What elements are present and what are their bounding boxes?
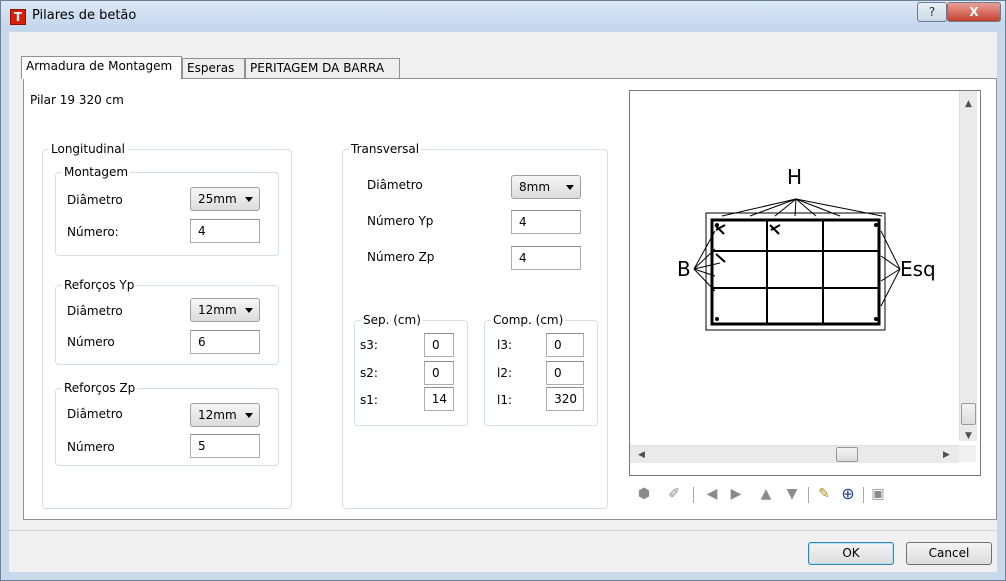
reforcos-zp-diametro-value: 12mm (198, 408, 237, 422)
montagem-numero-label: Número: (67, 225, 119, 239)
tab-peritagem-da-barra[interactable]: PERITAGEM DA BARRA (245, 58, 400, 78)
chevron-down-icon (566, 185, 574, 190)
horizontal-scrollbar[interactable]: ◀ ▶ (630, 445, 959, 463)
reforcos-yp-numero-input[interactable]: 6 (190, 330, 260, 354)
label-esq: Esq (900, 257, 936, 281)
label-h: H (787, 165, 803, 189)
transversal-diametro-value: 8mm (519, 180, 551, 194)
arrow-up-icon[interactable]: ▲ (757, 484, 775, 504)
reforcos-zp-numero-input[interactable]: 5 (190, 434, 260, 458)
sep-group: Sep. (cm) s3: 0 s2: 0 s1: 14 (354, 313, 468, 426)
s3-label: s3: (360, 338, 378, 352)
l1-input[interactable]: 320 (546, 387, 584, 411)
s2-input[interactable]: 0 (424, 361, 454, 385)
comp-group: Comp. (cm) l3: 0 l2: 0 l1: 320 (484, 313, 598, 426)
arrow-left-icon[interactable]: ◀ (703, 484, 721, 504)
pilar-info: Pilar 19 320 cm (30, 93, 124, 107)
l2-label: l2: (497, 366, 513, 380)
longitudinal-title: Longitudinal (49, 142, 127, 156)
vertical-scrollbar[interactable]: ▲ ▼ (959, 91, 977, 441)
scroll-right-icon[interactable]: ▶ (943, 450, 950, 460)
zoom-icon[interactable]: ⊕ (839, 484, 857, 504)
s2-label: s2: (360, 366, 378, 380)
save-icon[interactable]: ▣ (869, 484, 887, 504)
s1-input[interactable]: 14 (424, 387, 454, 411)
longitudinal-group: Longitudinal Montagem Diâmetro 25mm Núme… (42, 142, 292, 509)
reforcos-yp-title: Reforços Yp (62, 278, 137, 292)
toolbar-separator (693, 487, 694, 503)
arrow-down-icon[interactable]: ▼ (783, 484, 801, 504)
scroll-left-icon[interactable]: ◀ (638, 450, 645, 460)
transversal-title: Transversal (349, 142, 422, 156)
reforcos-yp-diametro-value: 12mm (198, 303, 237, 317)
montagem-diametro-label: Diâmetro (67, 193, 123, 207)
reforcos-zp-diametro-select[interactable]: 12mm (190, 403, 260, 427)
chevron-down-icon (245, 308, 253, 313)
tab-armadura-de-montagem[interactable]: Armadura de Montagem (21, 56, 182, 79)
arrow-right-icon[interactable]: ▶ (727, 484, 745, 504)
transversal-diametro-select[interactable]: 8mm (511, 175, 581, 199)
edit-icon[interactable]: ✐ (665, 484, 683, 504)
s1-label: s1: (360, 393, 378, 407)
montagem-title: Montagem (62, 165, 131, 179)
reforcos-zp-group: Reforços Zp Diâmetro 12mm Número 5 (55, 381, 279, 466)
section-preview[interactable]: H B Esq (629, 90, 981, 476)
sep-title: Sep. (cm) (361, 313, 423, 327)
tab-esperas[interactable]: Esperas (182, 58, 245, 78)
reforcos-yp-diametro-select[interactable]: 12mm (190, 298, 260, 322)
transversal-diametro-label: Diâmetro (367, 178, 423, 192)
close-button[interactable]: X (947, 2, 1001, 22)
reforcos-zp-numero-label: Número (67, 440, 115, 454)
chevron-down-icon (245, 197, 253, 202)
scroll-down-icon[interactable]: ▼ (965, 431, 972, 441)
montagem-group: Montagem Diâmetro 25mm Número: 4 (55, 165, 279, 256)
reforcos-yp-group: Reforços Yp Diâmetro 12mm Número 6 (55, 278, 279, 365)
l3-label: l3: (497, 338, 513, 352)
scroll-corner (959, 445, 976, 462)
scroll-up-icon[interactable]: ▲ (965, 99, 972, 109)
l1-label: l1: (497, 393, 513, 407)
numero-zp-label: Número Zp (367, 250, 435, 264)
pencil-check-icon[interactable]: ✎ (815, 484, 833, 504)
toolbar-separator (808, 487, 809, 503)
numero-yp-label: Número Yp (367, 214, 434, 228)
reforcos-zp-diametro-label: Diâmetro (67, 407, 123, 421)
numero-zp-input[interactable]: 4 (511, 246, 581, 270)
vertical-scroll-thumb[interactable] (961, 403, 976, 425)
horizontal-scroll-thumb[interactable] (836, 447, 858, 462)
chevron-down-icon (245, 413, 253, 418)
window-title: Pilares de betão (32, 8, 137, 23)
numero-yp-input[interactable]: 4 (511, 210, 581, 234)
reforcos-yp-diametro-label: Diâmetro (67, 304, 123, 318)
transversal-group: Transversal Diâmetro 8mm Número Yp 4 Núm… (342, 142, 608, 509)
comp-title: Comp. (cm) (491, 313, 566, 327)
app-icon: T (10, 9, 26, 25)
footer-separator (9, 530, 997, 531)
ok-button[interactable]: OK (808, 542, 894, 565)
cancel-button[interactable]: Cancel (906, 542, 992, 565)
reforcos-yp-numero-label: Número (67, 335, 115, 349)
label-b: B (677, 257, 691, 281)
toolbar-separator (863, 487, 864, 503)
help-button[interactable]: ? (917, 2, 947, 22)
dialog-window: T Pilares de betão ? X Armadura de Monta… (0, 0, 1006, 581)
l2-input[interactable]: 0 (546, 361, 584, 385)
montagem-diametro-select[interactable]: 25mm (190, 187, 260, 211)
hexagon-icon[interactable]: ⬢ (635, 484, 653, 504)
s3-input[interactable]: 0 (424, 333, 454, 357)
reforcos-zp-title: Reforços Zp (62, 381, 138, 395)
montagem-numero-input[interactable]: 4 (190, 219, 260, 243)
title-bar[interactable]: T Pilares de betão ? X (1, 1, 1005, 31)
montagem-diametro-value: 25mm (198, 192, 237, 206)
l3-input[interactable]: 0 (546, 333, 584, 357)
